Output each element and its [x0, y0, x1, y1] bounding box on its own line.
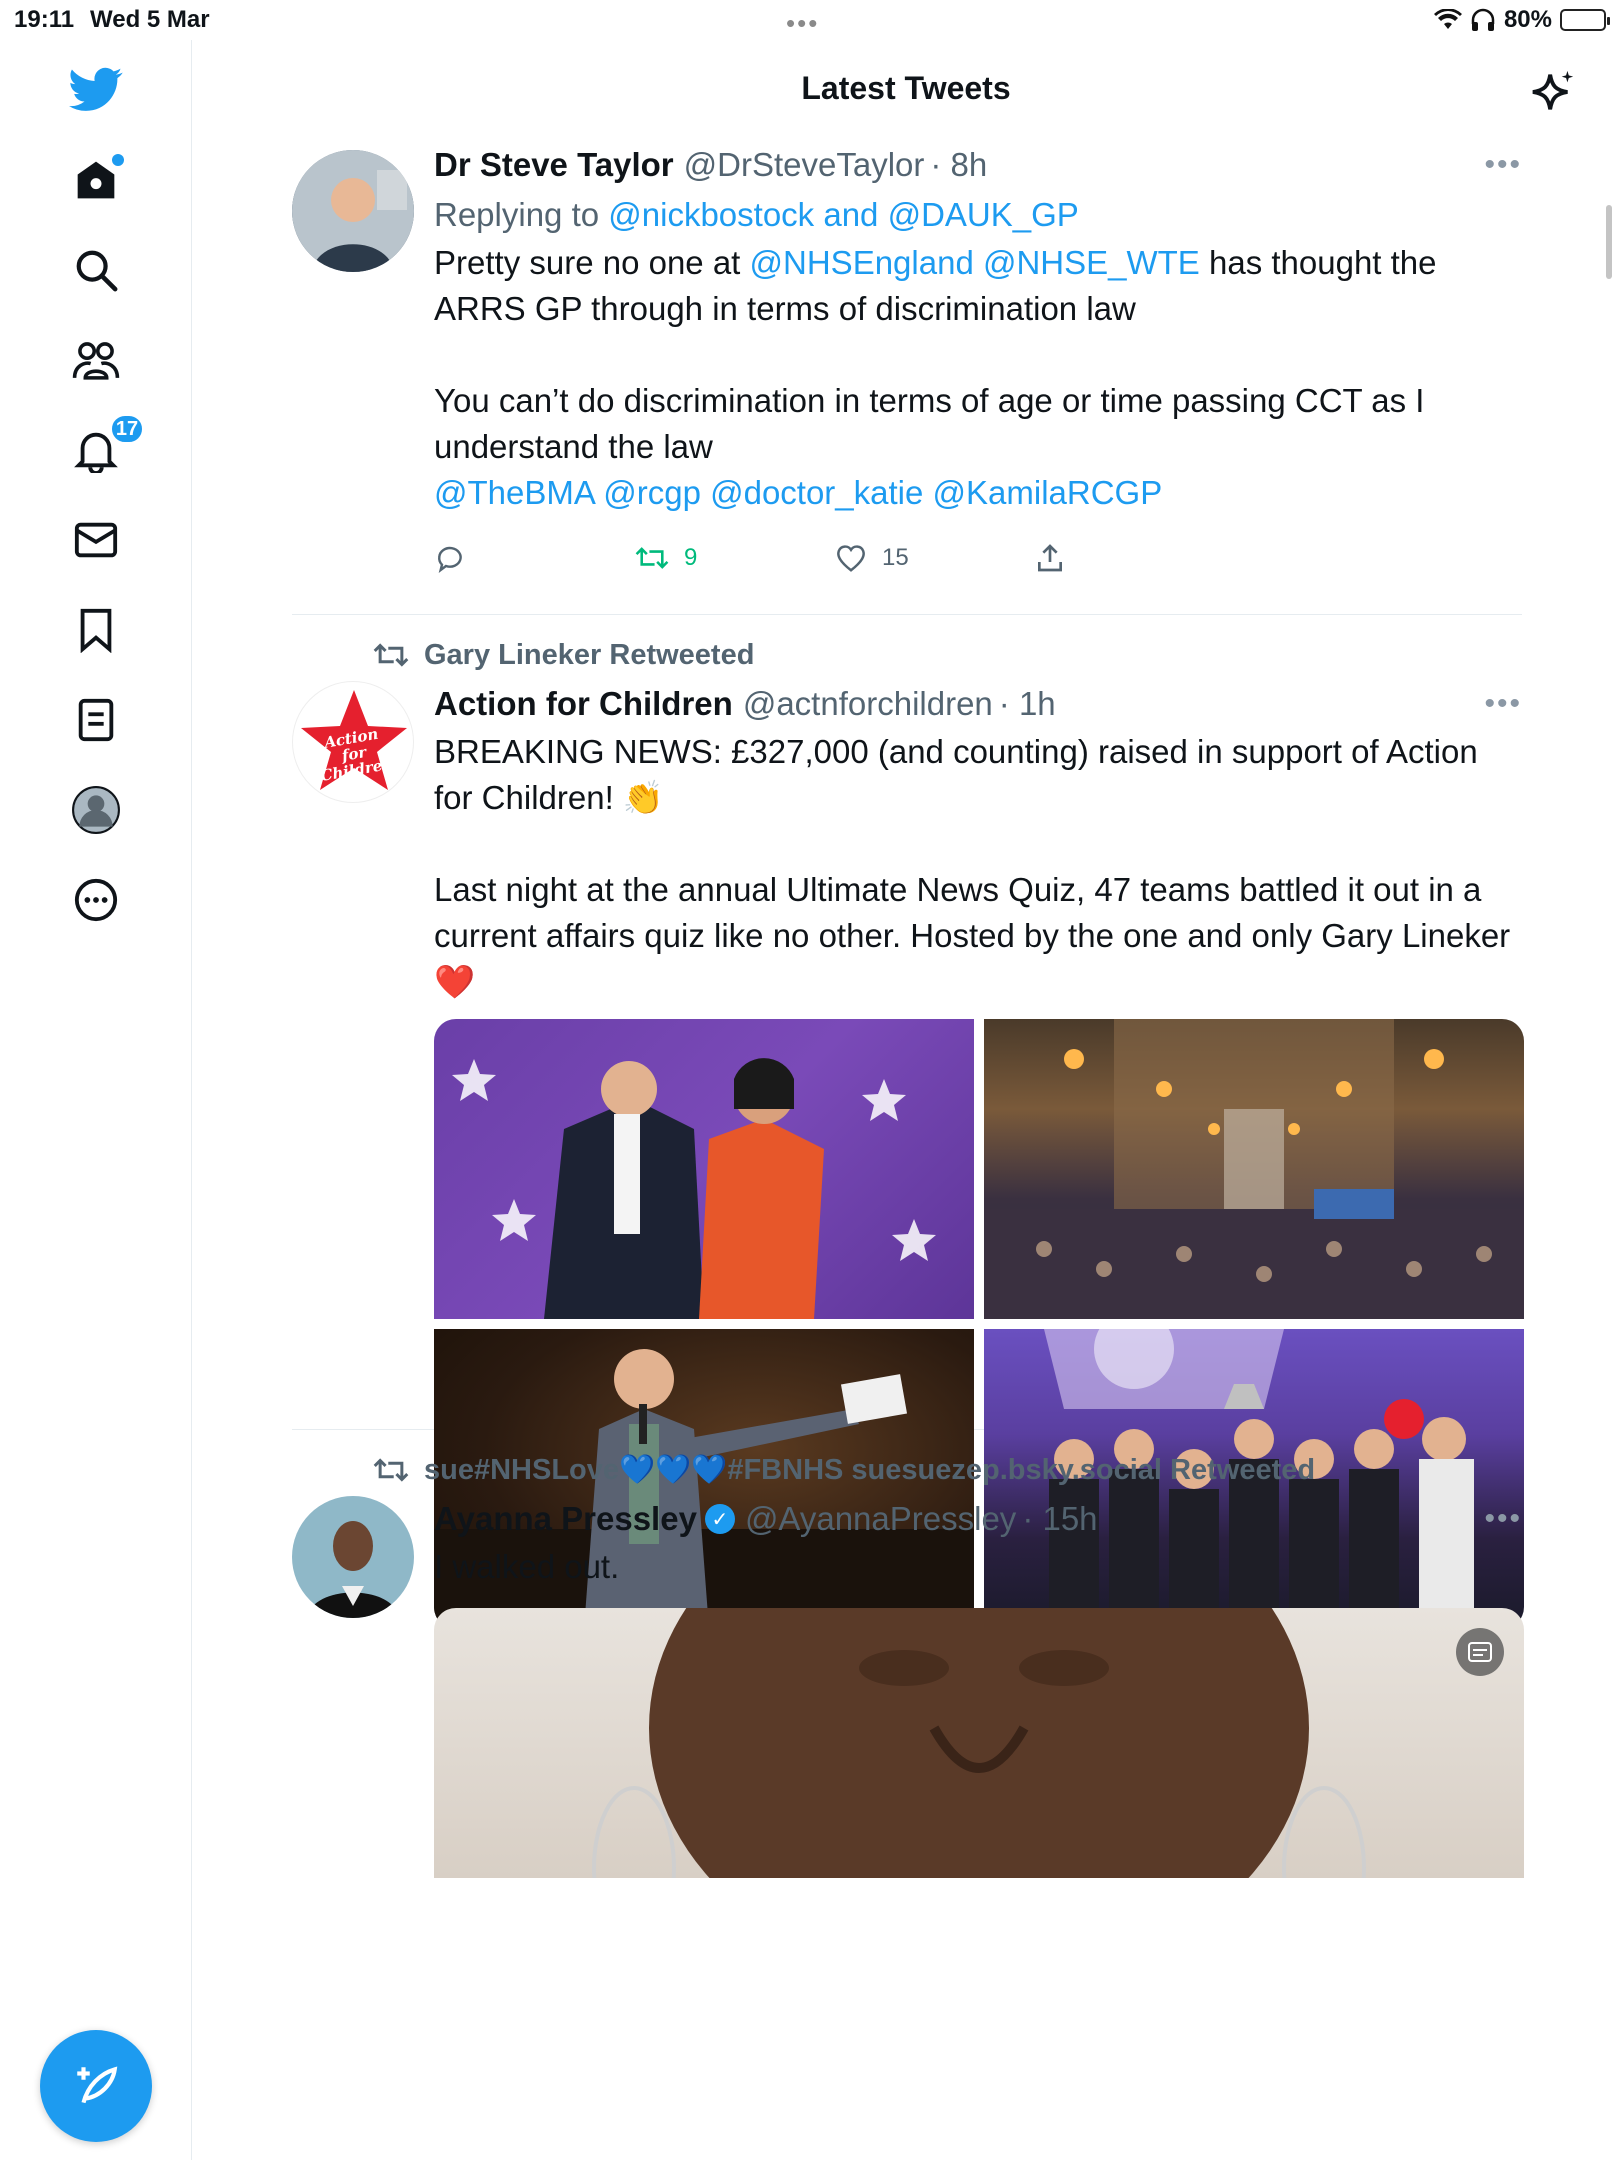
captions-icon[interactable] — [1456, 1628, 1504, 1676]
status-time: 19:11 — [14, 6, 75, 33]
tweet-time: · 8h — [930, 146, 988, 183]
tweet-card[interactable]: sue#NHSLove💙💙💙#FBNHS suesuezep.bsky.soci… — [292, 1430, 1524, 1930]
retweet-count: 9 — [684, 544, 698, 571]
author-handle[interactable]: @AyannaPressley — [745, 1500, 1016, 1538]
author-name[interactable]: Dr Steve Taylor — [434, 146, 674, 184]
battery-icon — [1560, 9, 1610, 31]
verified-badge-icon: ✓ — [704, 1504, 735, 1534]
home-icon[interactable] — [66, 150, 126, 210]
notifications-badge: 17 — [110, 414, 144, 444]
tweet-more-icon[interactable]: ••• — [1484, 1502, 1522, 1536]
retweeted-by-label[interactable]: sue#NHSLove💙💙💙#FBNHS suesuezep.bsky.soci… — [424, 1453, 1315, 1487]
communities-icon[interactable] — [66, 330, 126, 390]
retweet-icon — [373, 1458, 409, 1482]
twitter-logo-icon[interactable] — [66, 60, 126, 120]
home-dot-badge — [112, 154, 124, 166]
retweeted-by: Gary Lineker Retweeted — [372, 631, 1522, 679]
notifications-bell-icon[interactable]: 17 — [66, 414, 144, 480]
wifi-icon — [1433, 9, 1462, 29]
mention-links[interactable]: @TheBMA @rcgp @doctor_katie @KamilaRCGP — [434, 474, 1162, 511]
like-count: 15 — [882, 544, 909, 571]
status-right: 80% — [1433, 6, 1610, 34]
tweet-card[interactable]: Dr Steve Taylor @DrSteveTaylor · 8h ••• … — [292, 140, 1522, 615]
tweet-time: · 1h — [998, 685, 1056, 722]
timeline-header: Latest Tweets — [192, 40, 1620, 140]
retweeted-by-label[interactable]: Gary Lineker Retweeted — [424, 639, 754, 672]
heart-icon — [837, 545, 865, 572]
avatar[interactable] — [292, 150, 414, 272]
author-name[interactable]: Action for Children — [434, 685, 733, 723]
share-icon — [1038, 544, 1062, 572]
tweet-time: · 15h — [1022, 1500, 1098, 1537]
page-title: Latest Tweets — [801, 70, 1011, 106]
status-bar: 19:11 Wed 5 Mar ••• 80% — [0, 0, 1620, 40]
tweet-more-icon[interactable]: ••• — [1484, 148, 1522, 182]
tweet-text: Pretty sure no one at @NHSEngland @NHSE_… — [434, 240, 1522, 516]
tweet-video[interactable] — [434, 1608, 1524, 1878]
search-icon[interactable] — [66, 240, 126, 300]
author-handle[interactable]: @actnforchildren — [743, 685, 993, 723]
photo-gary-and-guest[interactable] — [434, 1019, 974, 1319]
author-handle[interactable]: @DrSteveTaylor — [684, 146, 925, 184]
like-button[interactable]: 15 — [834, 543, 1034, 573]
tweet-text: BREAKING NEWS: £327,000 (and counting) r… — [434, 733, 1511, 1000]
headphones-icon — [1471, 8, 1495, 31]
avatar[interactable]: Action for Children — [292, 681, 414, 803]
messages-envelope-icon[interactable] — [66, 510, 126, 570]
retweet-button[interactable]: 9 — [634, 543, 834, 573]
lists-icon[interactable] — [66, 690, 126, 750]
status-date: Wed 5 Mar — [90, 6, 210, 33]
compose-feather-icon — [77, 2066, 118, 2104]
tweet-card[interactable]: Gary Lineker Retweeted Action for Childr… — [292, 615, 1524, 1690]
reply-button[interactable] — [434, 542, 634, 574]
multitasking-dots[interactable]: ••• — [786, 8, 819, 39]
tweet-header: Ayanna Pressley ✓ @AyannaPressley · 15h … — [434, 1494, 1522, 1544]
sidebar: 17 — [0, 40, 192, 2160]
sparkle-icon[interactable] — [1526, 64, 1582, 120]
tweet-text: I walked out. — [434, 1548, 620, 1585]
bookmarks-icon[interactable] — [66, 600, 126, 660]
tweet-more-icon[interactable]: ••• — [1484, 687, 1522, 721]
tweet-actions: 9 15 — [434, 516, 1522, 600]
tweet-header: Action for Children @actnforchildren · 1… — [434, 679, 1522, 729]
author-name[interactable]: Ayanna Pressley — [434, 1500, 697, 1538]
profile-avatar-icon[interactable] — [66, 780, 126, 840]
tweet-header: Dr Steve Taylor @DrSteveTaylor · 8h ••• — [434, 140, 1522, 190]
reply-icon — [438, 546, 462, 573]
retweet-icon — [635, 547, 669, 569]
more-options-icon[interactable] — [66, 870, 126, 930]
battery-percent: 80% — [1503, 6, 1552, 33]
replying-to-links[interactable]: @nickbostock and @DAUK_GP — [608, 196, 1079, 233]
scrollbar-thumb[interactable] — [1606, 205, 1612, 279]
replying-to: Replying to @nickbostock and @DAUK_GP — [434, 190, 1522, 240]
retweet-icon — [373, 643, 409, 667]
compose-tweet-button[interactable] — [40, 2030, 152, 2142]
tweet-text-part: Pretty sure no one at — [434, 244, 750, 281]
photo-guildhall-dinner[interactable] — [984, 1019, 1524, 1319]
share-button[interactable] — [1034, 542, 1234, 574]
replying-prefix: Replying to — [434, 196, 609, 233]
mention-links[interactable]: @NHSEngland @NHSE_WTE — [750, 244, 1200, 281]
avatar[interactable] — [292, 1496, 414, 1618]
timeline-feed: Dr Steve Taylor @DrSteveTaylor · 8h ••• … — [292, 140, 1524, 1930]
retweeted-by: sue#NHSLove💙💙💙#FBNHS suesuezep.bsky.soci… — [372, 1446, 1522, 1494]
